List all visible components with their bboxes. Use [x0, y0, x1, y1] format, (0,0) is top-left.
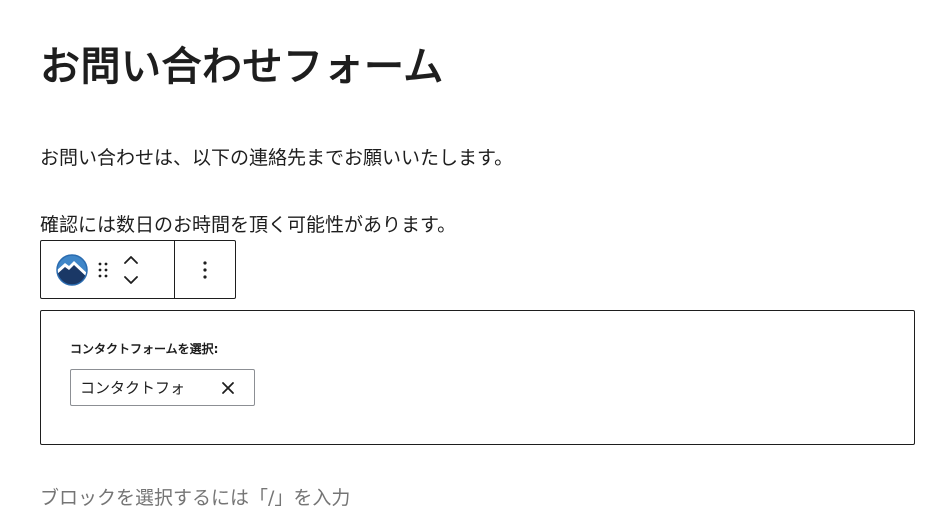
drag-handle-button[interactable]: [97, 241, 109, 298]
toolbar-options-group: [175, 241, 235, 298]
remove-token-button[interactable]: [220, 380, 236, 396]
select-label: コンタクトフォームを選択:: [70, 342, 219, 356]
page-title[interactable]: お問い合わせフォーム: [40, 40, 444, 94]
default-block-appender[interactable]: ブロックを選択するには「/」を入力: [40, 484, 350, 512]
block-type-button[interactable]: [41, 241, 103, 298]
toolbar-main-group: [41, 241, 175, 298]
chevron-up-icon[interactable]: [122, 251, 140, 269]
mountain-logo-icon: [56, 253, 88, 286]
paragraph-block[interactable]: 確認には数日のお時間を頂く可能性があります。: [40, 211, 456, 239]
close-icon: [222, 382, 234, 394]
drag-handle-icon: [98, 262, 108, 277]
selected-token: コンタクトフォ: [80, 379, 186, 397]
options-button[interactable]: [175, 241, 235, 298]
block-movers: [109, 241, 153, 298]
paragraph-block[interactable]: お問い合わせは、以下の連絡先までお願いいたします。: [40, 144, 513, 172]
chevron-down-icon[interactable]: [122, 271, 140, 289]
block-toolbar: [40, 240, 236, 299]
more-vertical-icon: [203, 260, 207, 279]
contact-form-block[interactable]: コンタクトフォームを選択: コンタクトフォ: [40, 310, 915, 445]
contact-form-token-field[interactable]: コンタクトフォ: [70, 369, 255, 406]
